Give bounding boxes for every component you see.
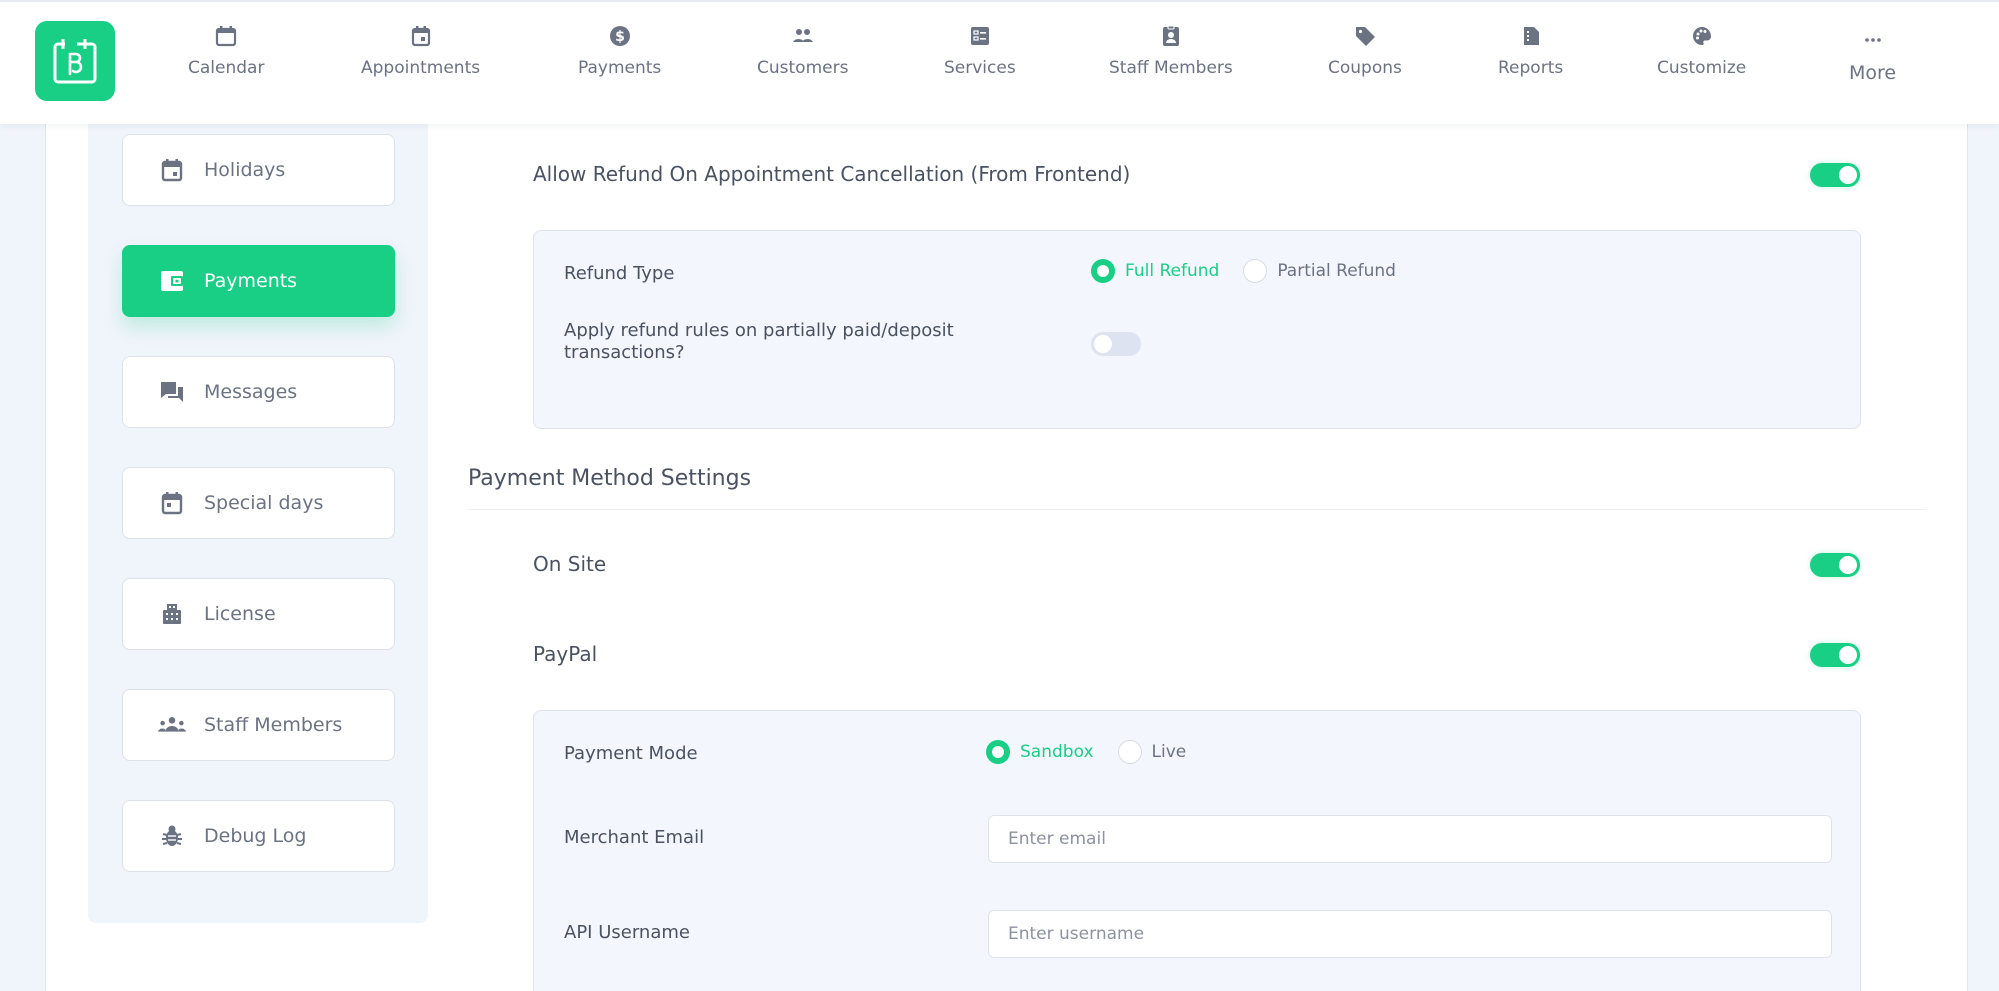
sidebar-item-license[interactable]: License [122,578,395,650]
allow-refund-toggle[interactable] [1810,163,1860,187]
sidebar-item-special-days[interactable]: Special days [122,467,395,539]
nav-item-customers[interactable]: Customers [757,24,848,94]
page-gutter-right [1967,124,1999,991]
refund-settings-panel: Refund Type Full Refund Partial Refund A… [533,230,1861,429]
refund-type-label: Refund Type [564,263,675,284]
toggle-knob [1839,166,1857,184]
partial-refund-rules-label: Apply refund rules on partially paid/dep… [564,320,954,363]
nav-label: Reports [1498,58,1564,78]
toggle-knob [1094,335,1112,353]
nav-label: Calendar [188,58,265,78]
radio-indicator [1117,740,1142,764]
radio-indicator [986,740,1010,764]
sidebar-item-label: License [204,603,276,625]
app-logo[interactable] [35,21,115,101]
nav-item-services[interactable]: Services [944,24,1016,94]
merchant-email-input[interactable] [988,815,1832,863]
partial-refund-rules-toggle[interactable] [1091,332,1141,356]
radio-label: Partial Refund [1277,261,1396,281]
radio-label: Live [1151,742,1187,762]
tag-icon [1353,24,1377,48]
ellipsis-icon [1861,24,1885,48]
api-username-input[interactable] [988,910,1832,958]
sidebar-item-label: Holidays [204,159,286,181]
on-site-label: On Site [533,552,607,576]
calendar-event-icon [157,155,187,185]
payment-mode-label: Payment Mode [564,743,698,764]
svg-text:$: $ [615,29,625,45]
calendar-icon [214,24,238,48]
top-navigation: Calendar Appointments $ Payments Custome… [0,0,1999,124]
settings-sidebar: Holidays Payments Messages Special days … [88,124,428,923]
allow-refund-label: Allow Refund On Appointment Cancellation… [533,162,1131,186]
nav-item-calendar[interactable]: Calendar [188,24,264,94]
users-icon [791,24,815,48]
nav-item-more[interactable]: More [1849,24,1896,94]
radio-indicator [1091,259,1115,283]
payment-mode-radio-group: Sandbox Live [986,740,1210,764]
api-username-label: API Username [564,922,690,943]
nav-label: Payments [578,58,662,78]
refund-type-radio-group: Full Refund Partial Refund [1091,259,1420,283]
nav-label: Coupons [1328,58,1402,78]
nav-item-payments[interactable]: $ Payments [578,24,661,94]
sidebar-item-label: Debug Log [204,825,307,847]
refund-type-partial-radio[interactable]: Partial Refund [1243,259,1396,283]
nav-item-reports[interactable]: Reports [1498,24,1563,94]
on-site-toggle[interactable] [1810,553,1860,577]
sidebar-item-debug-log[interactable]: Debug Log [122,800,395,872]
toggle-knob [1839,556,1857,574]
report-file-icon [1519,24,1543,48]
nav-label: Appointments [361,58,481,78]
wallet-icon [157,266,187,296]
nav-item-appointments[interactable]: Appointments [361,24,480,94]
radio-indicator [1243,259,1268,283]
paypal-label: PayPal [533,642,598,666]
list-box-icon [968,24,992,48]
nav-label: Customize [1657,58,1747,78]
calendar-event-icon [409,24,433,48]
nav-label: Customers [757,58,849,78]
sidebar-item-label: Special days [204,492,324,514]
sidebar-item-holidays[interactable]: Holidays [122,134,395,206]
radio-label: Sandbox [1020,742,1094,762]
nav-label: Staff Members [1109,58,1233,78]
sidebar-item-payments[interactable]: Payments [122,245,395,317]
paypal-settings-panel: Payment Mode Sandbox Live Merchant Email… [533,710,1861,991]
booknetic-calendar-logo-icon [53,39,97,84]
calendar-day-icon [157,488,187,518]
nav-label: Services [944,58,1016,78]
bug-icon [157,821,187,851]
nav-item-coupons[interactable]: Coupons [1328,24,1402,94]
payment-mode-sandbox-radio[interactable]: Sandbox [986,740,1094,764]
building-icon [157,599,187,629]
payment-method-settings-heading: Payment Method Settings [468,466,752,491]
nav-item-customize[interactable]: Customize [1657,24,1746,94]
sidebar-item-label: Payments [204,270,298,292]
page-gutter-left [0,124,46,991]
nav-label: More [1849,62,1897,84]
refund-type-full-radio[interactable]: Full Refund [1091,259,1219,283]
sidebar-item-label: Messages [204,381,298,403]
sidebar-item-staff-members[interactable]: Staff Members [122,689,395,761]
nav-item-staff-members[interactable]: Staff Members [1109,24,1233,94]
section-divider [468,509,1926,510]
id-badge-icon [1159,24,1183,48]
sidebar-item-messages[interactable]: Messages [122,356,395,428]
palette-icon [1690,24,1714,48]
chat-bubbles-icon [157,377,187,407]
team-icon [157,710,187,740]
payment-mode-live-radio[interactable]: Live [1117,740,1187,764]
paypal-toggle[interactable] [1810,643,1860,667]
toggle-knob [1839,646,1857,664]
merchant-email-label: Merchant Email [564,827,705,848]
radio-label: Full Refund [1125,261,1220,281]
dollar-circle-icon: $ [608,24,632,48]
sidebar-item-label: Staff Members [204,714,343,736]
